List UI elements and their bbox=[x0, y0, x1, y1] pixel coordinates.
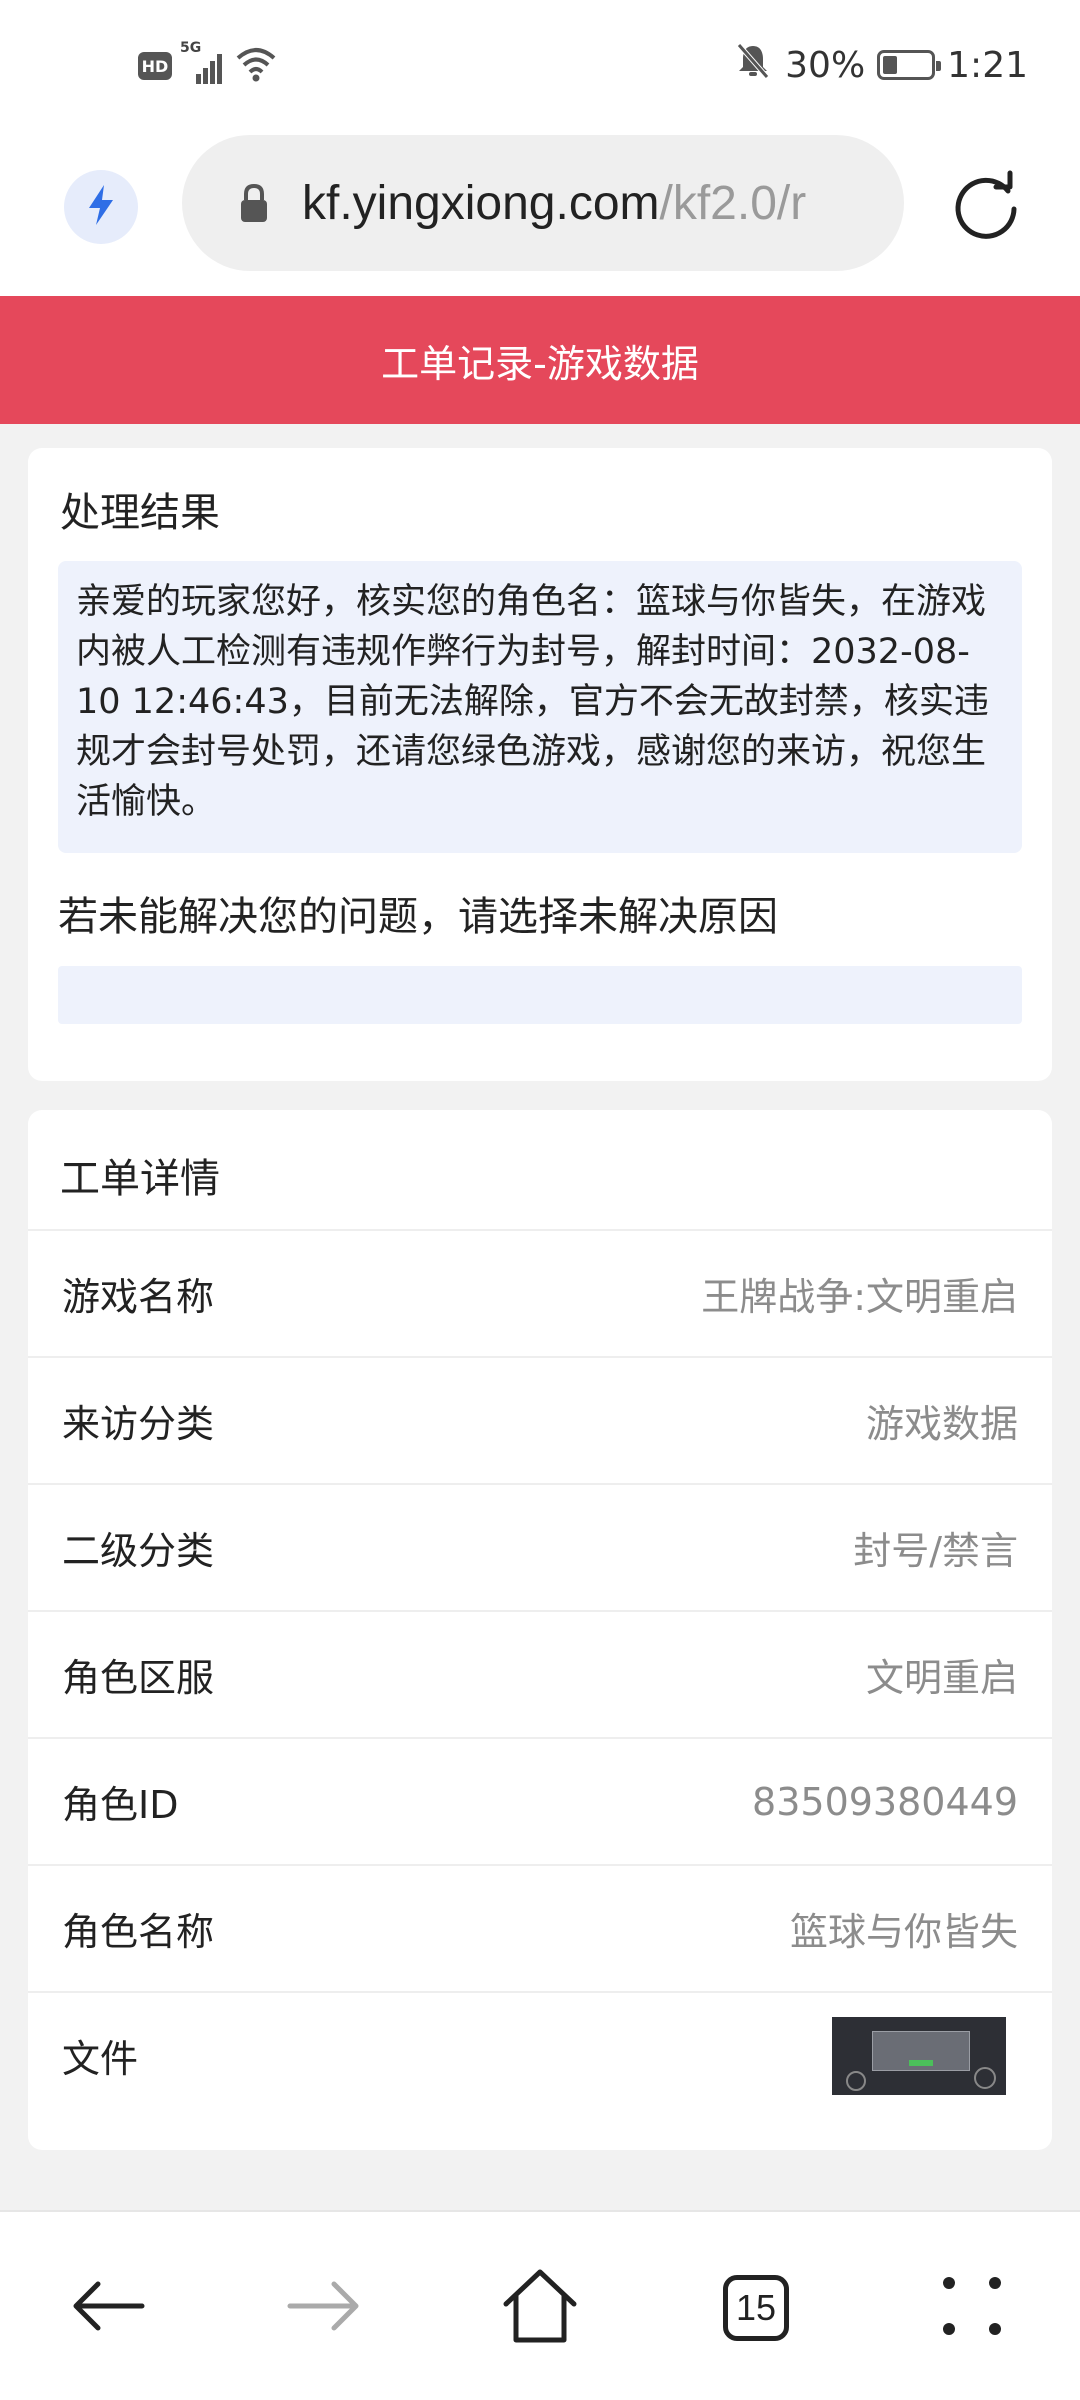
home-icon bbox=[500, 2266, 580, 2350]
battery-percent: 30% bbox=[785, 44, 866, 86]
back-button[interactable] bbox=[60, 2260, 156, 2356]
row-value: 游戏数据 bbox=[865, 1402, 1018, 1446]
flash-button[interactable] bbox=[64, 170, 138, 244]
detail-card: 工单详情 游戏名称 王牌战争:文明重启 来访分类 游戏数据 二级分类 封号/禁言… bbox=[28, 1110, 1052, 2150]
row-label: 文件 bbox=[62, 2037, 139, 2081]
home-button[interactable] bbox=[492, 2260, 588, 2356]
page-title: 工单记录-游戏数据 bbox=[381, 341, 699, 386]
row-value: 文明重启 bbox=[865, 1656, 1018, 1700]
detail-row-game-name: 游戏名称 王牌战争:文明重启 bbox=[28, 1229, 1052, 1356]
detail-row-server: 角色区服 文明重启 bbox=[28, 1610, 1052, 1737]
back-arrow-icon bbox=[68, 2276, 148, 2340]
detail-row-visit-category: 来访分类 游戏数据 bbox=[28, 1356, 1052, 1483]
url-path: /kf2.0/r bbox=[659, 176, 807, 230]
browser-address-bar: kf.yingxiong.com/kf2.0/r bbox=[0, 130, 1080, 296]
result-title: 处理结果 bbox=[60, 490, 220, 536]
tabs-icon: 15 bbox=[723, 2275, 789, 2341]
status-right-icons: 30% 1:21 bbox=[733, 40, 1028, 90]
tabs-button[interactable]: 15 bbox=[708, 2260, 804, 2356]
row-value: 篮球与你皆失 bbox=[789, 1910, 1018, 1954]
row-value: 王牌战争:文明重启 bbox=[701, 1275, 1018, 1319]
result-message: 亲爱的玩家您好，核实您的角色名：篮球与你皆失，在游戏内被人工检测有违规作弊行为封… bbox=[58, 561, 1022, 853]
bottom-navigation: 15 bbox=[0, 2210, 1080, 2400]
battery-level bbox=[883, 56, 897, 74]
unresolved-reason-select[interactable] bbox=[58, 966, 1022, 1024]
row-label: 角色ID bbox=[62, 1783, 179, 1827]
flash-icon bbox=[84, 183, 118, 231]
forward-button[interactable] bbox=[276, 2260, 372, 2356]
detail-row-role-name: 角色名称 篮球与你皆失 bbox=[28, 1864, 1052, 1991]
signal-icon: 5G bbox=[180, 40, 224, 86]
row-label: 角色名称 bbox=[62, 1910, 215, 1954]
detail-row-file: 文件 bbox=[28, 1991, 1052, 2118]
hd-icon: HD bbox=[138, 52, 172, 80]
row-label: 角色区服 bbox=[62, 1656, 215, 1700]
file-thumbnail[interactable] bbox=[832, 2016, 1006, 2095]
mute-bell-icon bbox=[733, 41, 773, 90]
row-label: 来访分类 bbox=[62, 1402, 215, 1446]
battery-icon bbox=[877, 50, 942, 80]
row-label: 二级分类 bbox=[62, 1529, 215, 1573]
detail-row-role-id: 角色ID 83509380449 bbox=[28, 1737, 1052, 1864]
detail-title: 工单详情 bbox=[60, 1156, 220, 1202]
forward-arrow-icon bbox=[284, 2276, 364, 2340]
status-bar: HD 5G 30% 1:21 bbox=[0, 0, 1080, 130]
url-field[interactable]: kf.yingxiong.com/kf2.0/r bbox=[182, 135, 904, 271]
reload-button[interactable] bbox=[946, 167, 1026, 247]
unresolved-prompt: 若未能解决您的问题，请选择未解决原因 bbox=[58, 894, 778, 940]
thumbnail-control-shape bbox=[846, 2070, 866, 2091]
menu-button[interactable] bbox=[924, 2260, 1020, 2356]
thumbnail-dialog-shape bbox=[872, 2030, 970, 2071]
result-card: 处理结果 亲爱的玩家您好，核实您的角色名：篮球与你皆失，在游戏内被人工检测有违规… bbox=[28, 448, 1052, 1081]
thumbnail-control-shape bbox=[974, 2066, 996, 2089]
url-text: kf.yingxiong.com/kf2.0/r bbox=[302, 176, 874, 231]
network-type-label: 5G bbox=[180, 40, 202, 56]
clock: 1:21 bbox=[947, 44, 1028, 86]
lock-icon bbox=[232, 178, 276, 228]
url-domain: kf.yingxiong.com bbox=[302, 176, 660, 230]
wifi-icon bbox=[234, 45, 278, 87]
reload-icon bbox=[950, 169, 1022, 245]
row-label: 游戏名称 bbox=[62, 1275, 215, 1319]
row-value: 封号/禁言 bbox=[853, 1529, 1018, 1573]
status-left-icons: HD 5G bbox=[138, 40, 278, 88]
page-header: 工单记录-游戏数据 bbox=[0, 296, 1080, 424]
row-value: 83509380449 bbox=[752, 1779, 1018, 1824]
detail-row-sub-category: 二级分类 封号/禁言 bbox=[28, 1483, 1052, 1610]
menu-dots-icon bbox=[937, 2271, 1007, 2345]
